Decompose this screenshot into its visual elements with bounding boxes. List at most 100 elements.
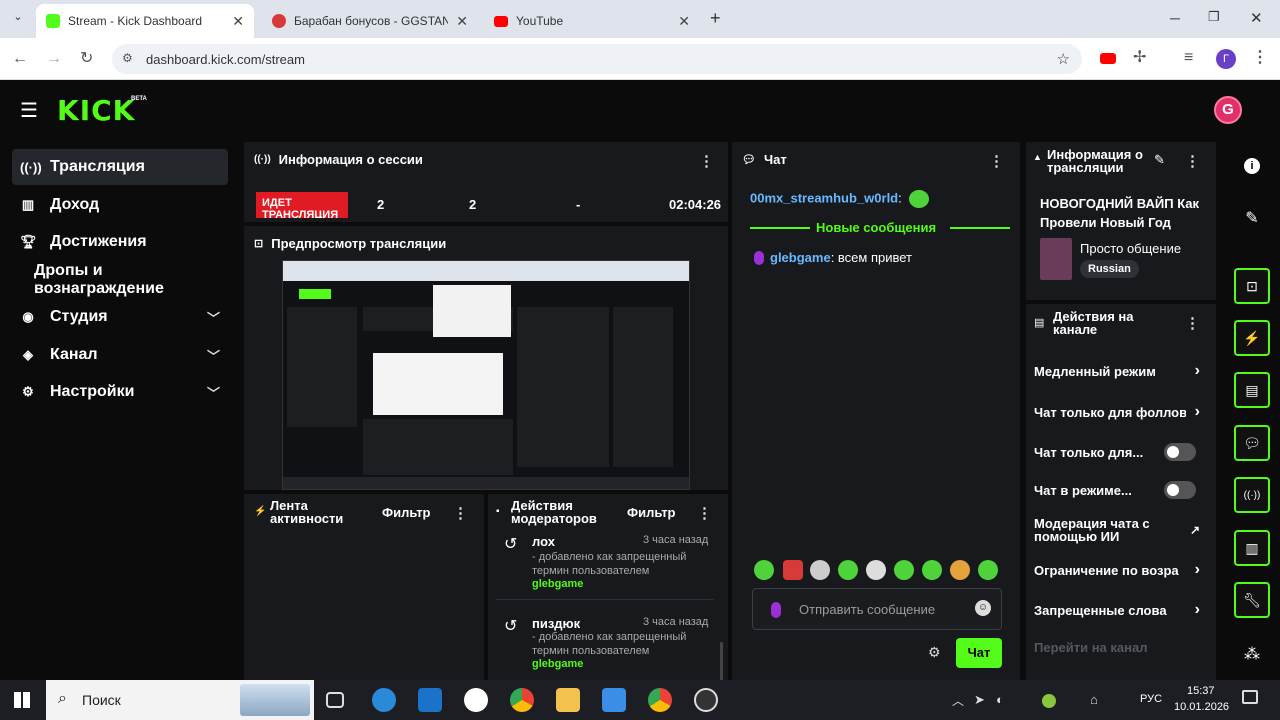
chat-send-button[interactable]: Чат [956, 638, 1002, 668]
clock-time[interactable]: 15:37 [1187, 685, 1215, 697]
sidebar-item-channel[interactable]: ◈ Канал ﹀ [12, 337, 228, 373]
sidebar-item-studio[interactable]: ◉ Студия ﹀ [12, 299, 228, 335]
obs-icon[interactable] [694, 688, 718, 712]
sidebar-item-revenue[interactable]: ▥ Доход [12, 187, 228, 223]
emote-icon[interactable] [866, 560, 886, 580]
chat-input[interactable]: Отправить сообщение ☺ [752, 588, 1002, 630]
emote-icon[interactable] [922, 560, 942, 580]
profile-avatar[interactable]: Г [1216, 49, 1236, 69]
chat-username[interactable]: 00mx_streamhub_w0rld [750, 190, 898, 205]
sidebar-item-settings[interactable]: ⚙ Настройки ﹀ [12, 374, 228, 410]
hamburger-menu-icon[interactable]: ☰ [20, 98, 38, 123]
site-info-icon[interactable]: ⚙ [122, 51, 133, 65]
user-avatar[interactable]: G [1214, 96, 1242, 124]
youtube-extension-icon[interactable] [1100, 53, 1116, 64]
forward-icon[interactable]: → [46, 51, 62, 67]
activity-toggle-icon[interactable]: ⚡ [1234, 320, 1270, 356]
mod-filter-button[interactable]: Фильтр [627, 505, 676, 520]
emote-icon[interactable] [950, 560, 970, 580]
stream-preview-video[interactable] [282, 260, 690, 490]
reload-icon[interactable]: ↻ [80, 51, 93, 67]
emote-icon[interactable] [894, 560, 914, 580]
scrollbar[interactable] [720, 642, 723, 680]
tab-bonus-wheel[interactable]: Барабан бонусов - GGSTANDO ✕ [262, 4, 478, 38]
preview-toggle-icon[interactable]: ⊡ [1234, 268, 1270, 304]
edit-icon[interactable]: ✎ [1234, 200, 1270, 236]
keyboard-language[interactable]: РУС [1140, 693, 1162, 705]
address-bar[interactable]: ⚙ dashboard.kick.com/stream ☆ [112, 44, 1082, 74]
more-options-icon[interactable]: ⋮ [1185, 152, 1200, 170]
kick-logo[interactable]: KICK [57, 94, 135, 127]
network-icon[interactable]: ⌂ [1090, 692, 1098, 707]
more-widgets-icon[interactable]: ⁂ [1234, 636, 1270, 672]
tray-icon[interactable]: ◐ [996, 692, 1004, 707]
mod-user[interactable]: glebgame [532, 658, 583, 670]
chat-settings-icon[interactable]: ⚙ [928, 644, 941, 661]
more-options-icon[interactable]: ⋮ [989, 152, 1004, 170]
info-icon[interactable]: i [1234, 148, 1270, 184]
tray-icon[interactable] [1042, 694, 1056, 708]
edit-pencil-icon[interactable]: ✎ [1154, 152, 1165, 168]
telegram-tray-icon[interactable]: ➤ [974, 692, 985, 708]
back-icon[interactable]: ← [12, 51, 28, 67]
sidebar-item-achievements[interactable]: 🏆︎ Достижения [12, 224, 228, 260]
category-thumbnail[interactable] [1040, 238, 1072, 280]
followers-only-row[interactable]: Чат только для фоллов › [1034, 394, 1208, 430]
windows-start-icon[interactable] [14, 692, 30, 708]
emote-icon[interactable] [754, 560, 774, 580]
file-explorer-icon[interactable] [556, 688, 580, 712]
undo-icon[interactable]: ↺ [504, 534, 517, 554]
chat-username[interactable]: glebgame [770, 250, 831, 265]
yandex-icon[interactable] [464, 688, 488, 712]
app-icon[interactable] [602, 688, 626, 712]
age-restriction-row[interactable]: Ограничение по возра › [1034, 552, 1208, 588]
tray-chevron-icon[interactable]: ︿ [952, 692, 964, 709]
outlook-icon[interactable] [418, 688, 442, 712]
close-tab-icon[interactable]: ✕ [456, 13, 468, 30]
new-tab-button[interactable]: + [710, 8, 721, 29]
broadcast-toggle-icon[interactable]: ((·)) [1234, 477, 1270, 513]
activity-filter-button[interactable]: Фильтр [382, 505, 431, 520]
restore-window-icon[interactable]: ❐ [1208, 9, 1220, 25]
notes-toggle-icon[interactable]: ▤ [1234, 372, 1270, 408]
slow-mode-row[interactable]: Медленный режим › [1034, 353, 1208, 389]
more-options-icon[interactable]: ⋮ [697, 504, 712, 522]
edge-icon[interactable] [372, 688, 396, 712]
emote-icon[interactable] [978, 560, 998, 580]
chat-toggle-icon[interactable]: 💬︎ [1234, 425, 1270, 461]
wrench-icon[interactable]: 🔧︎ [1234, 582, 1270, 618]
emoji-icon[interactable]: ☺ [975, 600, 991, 616]
task-view-icon[interactable] [326, 692, 344, 708]
mod-toggle-icon[interactable]: ▥ [1234, 530, 1270, 566]
notifications-icon[interactable] [1242, 690, 1258, 704]
emote-icon[interactable] [838, 560, 858, 580]
tab-youtube[interactable]: YouTube ✕ [484, 4, 700, 38]
sidebar-item-drops[interactable]: Дропы и вознаграждение [12, 262, 228, 298]
go-to-channel-link[interactable]: Перейти на канал [1034, 640, 1147, 655]
emote-icon[interactable] [810, 560, 830, 580]
tab-list-button[interactable]: ⌄ [8, 10, 28, 28]
more-options-icon[interactable]: ⋮ [699, 152, 714, 170]
tab-kick-dashboard[interactable]: Stream - Kick Dashboard ✕ [36, 4, 254, 38]
stream-category[interactable]: Просто общение [1080, 241, 1181, 256]
close-tab-icon[interactable]: ✕ [232, 13, 244, 30]
browser-menu-icon[interactable]: ⋮ [1252, 50, 1268, 66]
more-options-icon[interactable]: ⋮ [1185, 314, 1200, 332]
subs-only-toggle[interactable] [1164, 443, 1196, 461]
chrome-icon[interactable] [510, 688, 534, 712]
ai-moderation-row[interactable]: Модерация чата с помощью ИИ ↗ [1034, 512, 1208, 548]
minimize-window-icon[interactable]: ─ [1170, 10, 1180, 26]
close-window-icon[interactable]: ✕ [1250, 9, 1263, 27]
emote-mode-toggle[interactable] [1164, 481, 1196, 499]
more-options-icon[interactable]: ⋮ [453, 504, 468, 522]
clock-date[interactable]: 10.01.2026 [1174, 701, 1229, 713]
bookmark-star-icon[interactable]: ☆ [1057, 50, 1070, 68]
mod-user[interactable]: glebgame [532, 578, 583, 590]
media-control-icon[interactable]: ≡ [1184, 50, 1193, 66]
banned-words-row[interactable]: Запрещенные слова › [1034, 592, 1208, 628]
close-tab-icon[interactable]: ✕ [678, 13, 690, 30]
extensions-puzzle-icon[interactable]: ✢ [1133, 50, 1146, 66]
emote-icon[interactable] [783, 560, 803, 580]
undo-icon[interactable]: ↺ [504, 616, 517, 636]
chrome-active-icon[interactable] [648, 688, 672, 712]
